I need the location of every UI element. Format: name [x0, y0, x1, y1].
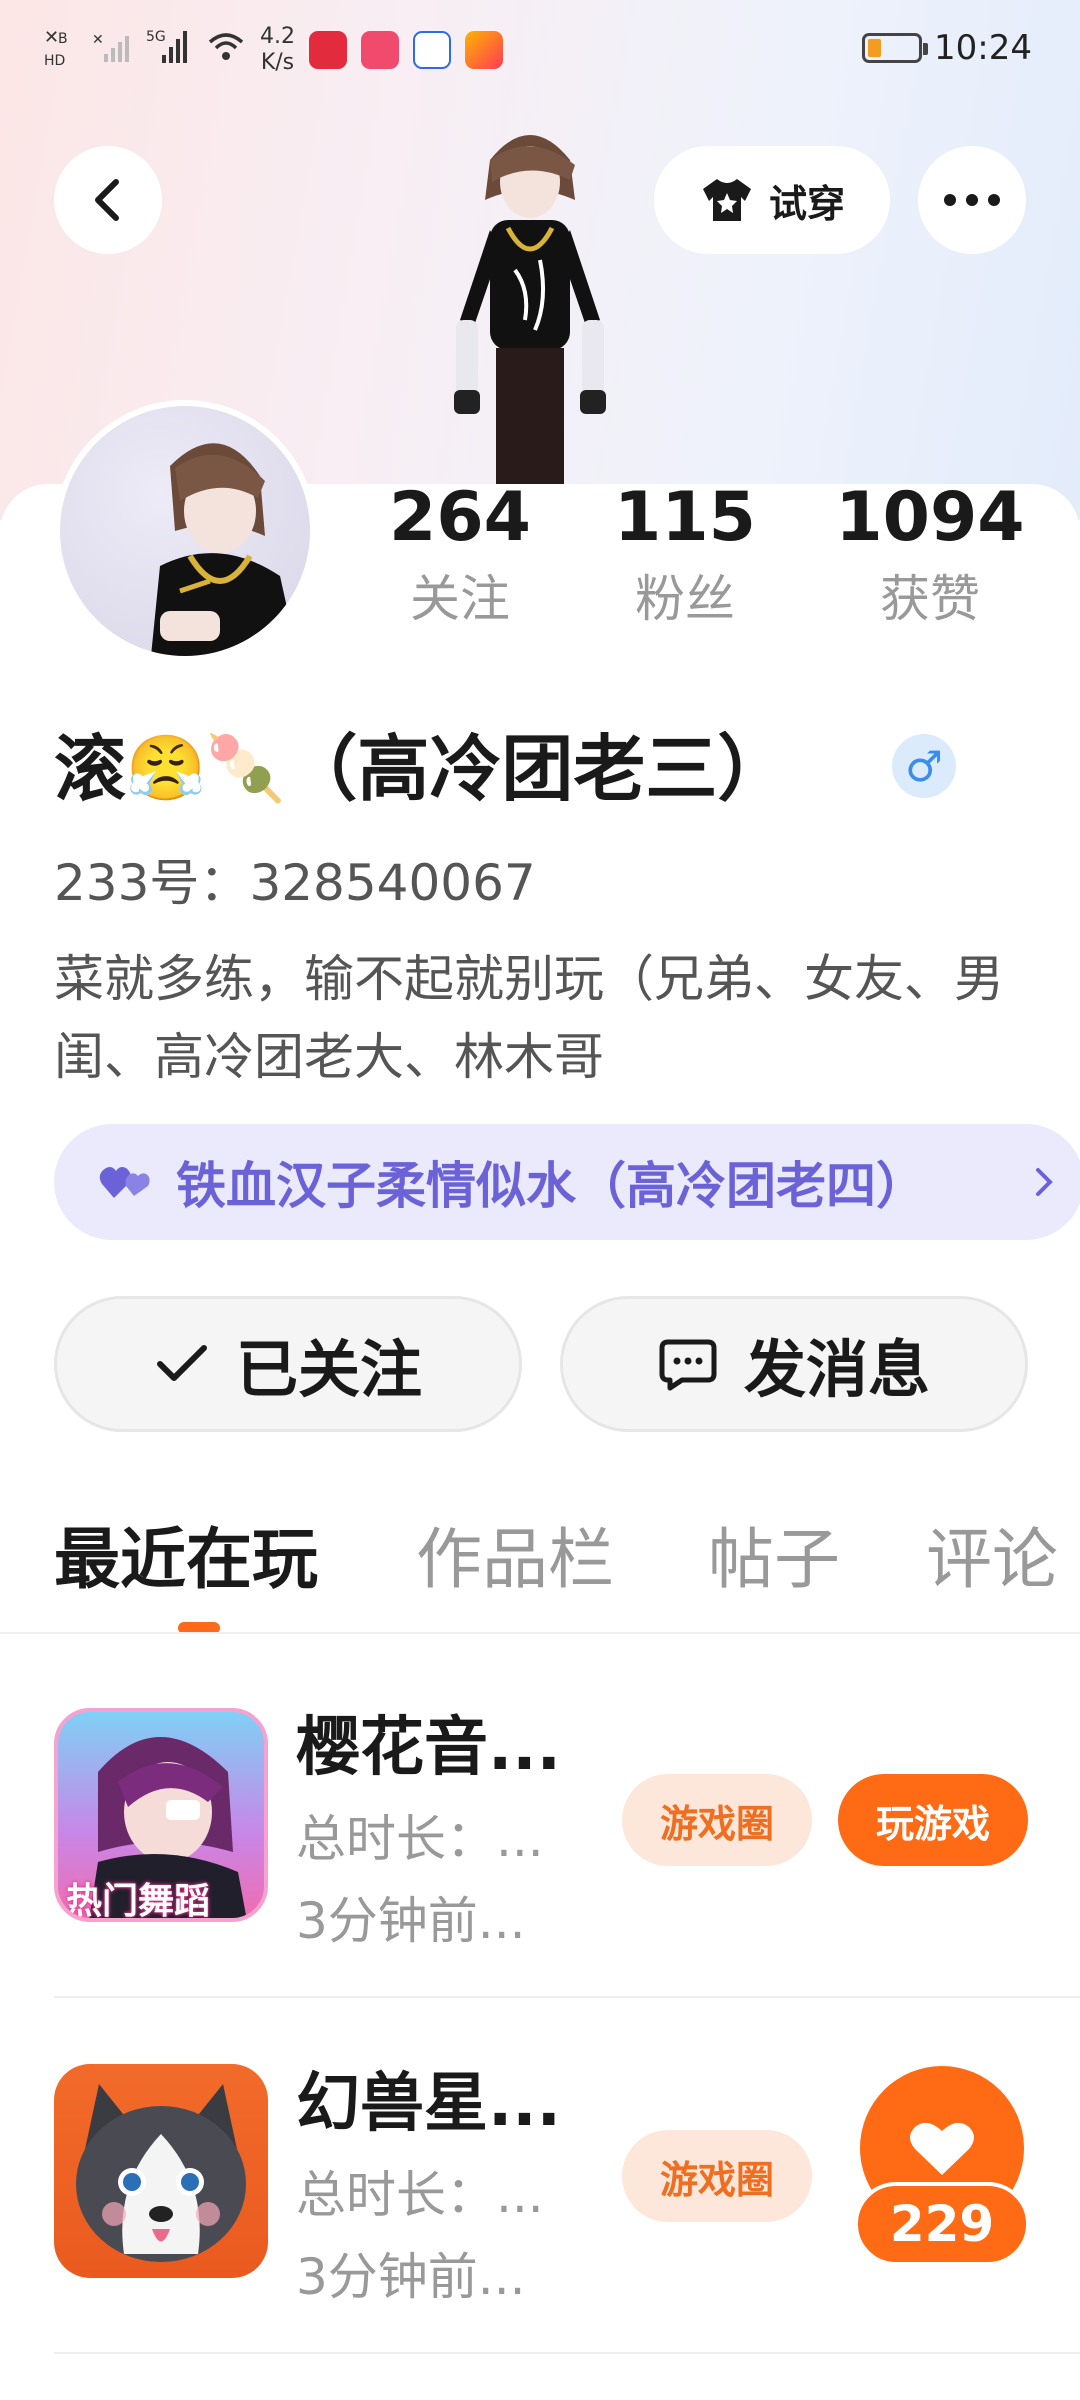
nickname-rest: （高冷团老三） — [285, 727, 790, 811]
avatar-image — [60, 406, 310, 656]
followed-button[interactable]: 已关注 — [54, 1296, 522, 1432]
game-list-item[interactable]: 热门舞蹈 樱花音... 总时长：... 3分钟前... 游戏圈 玩游戏 — [54, 1708, 1080, 1950]
user-id-label: 233号： — [54, 854, 250, 912]
game-title: 幻兽星... — [296, 2067, 561, 2141]
status-bar-right: 10:24 — [862, 28, 1032, 68]
stat-likes-label: 获赞 — [880, 570, 980, 628]
chevron-right-icon — [1036, 1168, 1053, 1196]
stat-following[interactable]: 264 关注 — [340, 478, 580, 634]
list-divider — [54, 1996, 1080, 1998]
profile-tabs: 最近在玩 作品栏 帖子 评论 — [54, 1512, 1080, 1608]
game-last-played: 3分钟前... — [296, 2248, 526, 2306]
battery-icon — [862, 33, 929, 63]
baidu-app-icon — [413, 31, 451, 69]
svg-text:✕: ✕ — [92, 32, 104, 48]
nickname-emoji: 😤🍡 — [126, 732, 286, 806]
notification-app-icon — [309, 31, 347, 69]
send-message-label: 发消息 — [743, 1333, 930, 1406]
network-speed: 4.2 K/s — [260, 24, 295, 76]
like-count: 229 — [854, 2182, 1030, 2266]
play-game-button[interactable]: 玩游戏 — [838, 1774, 1028, 1866]
svg-text:HD: HD — [44, 53, 65, 69]
heart-icon — [910, 2122, 974, 2175]
send-message-button[interactable]: 发消息 — [560, 1296, 1028, 1432]
game-total-duration: 总时长：... — [296, 2166, 544, 2224]
status-bar: ✕ B HD ✕ 5G 4.2 K/s 10:24 — [0, 0, 1080, 100]
list-divider — [54, 2352, 1080, 2354]
avatar-3d-figure — [430, 120, 630, 490]
game-circle-button[interactable]: 游戏圈 — [622, 2130, 812, 2222]
video-app-icon — [361, 31, 399, 69]
user-avatar[interactable] — [54, 400, 316, 662]
game-icon[interactable]: 热门舞蹈 — [54, 1708, 268, 1922]
status-bar-left: ✕ B HD ✕ 5G 4.2 K/s — [44, 24, 503, 76]
player-app-icon — [465, 31, 503, 69]
followed-label: 已关注 — [235, 1333, 422, 1406]
signal-sim1-icon: ✕ — [92, 30, 132, 70]
cp-relationship-bar[interactable]: 铁血汉子柔情似水（高冷团老四） — [54, 1124, 1080, 1240]
tab-comments[interactable]: 评论 — [926, 1512, 1058, 1608]
gender-male-icon: ♂ — [892, 734, 956, 798]
stat-fans-label: 粉丝 — [635, 570, 735, 628]
double-heart-icon — [99, 1167, 150, 1198]
checkmark-icon — [156, 1345, 207, 1381]
stat-following-count: 264 — [389, 478, 531, 557]
nickname-start: 滚 — [54, 727, 127, 811]
stat-fans-count: 115 — [614, 478, 756, 557]
clock: 10:24 — [934, 28, 1032, 68]
user-id[interactable]: 233号：328540067 — [54, 848, 536, 918]
svg-text:✕: ✕ — [44, 27, 59, 48]
game-icon-banner: 热门舞蹈 — [66, 1881, 211, 1922]
game-icon[interactable] — [54, 2064, 268, 2278]
svg-text:B: B — [58, 31, 68, 47]
tab-recently-played[interactable]: 最近在玩 — [54, 1512, 318, 1608]
user-id-value: 328540067 — [249, 854, 536, 912]
user-bio: 菜就多练，输不起就别玩（兄弟、女友、男闺、高冷团老大、林木哥 — [54, 950, 1004, 1086]
tab-posts[interactable]: 帖子 — [708, 1512, 840, 1608]
tabs-divider — [0, 1632, 1080, 1634]
game-total-duration: 总时长：... — [296, 1810, 544, 1868]
game-title: 樱花音... — [296, 1711, 561, 1785]
svg-text:5G: 5G — [146, 29, 166, 45]
try-on-label: 试穿 — [768, 181, 845, 226]
signal-5g-icon: 5G — [146, 27, 192, 73]
user-nickname: 滚 😤🍡 （高冷团老三） — [54, 724, 789, 814]
like-floating-button[interactable]: 229 — [854, 2066, 1030, 2266]
stat-likes[interactable]: 1094 获赞 — [810, 478, 1050, 634]
cp-relationship-text: 铁血汉子柔情似水（高冷团老四） — [176, 1157, 926, 1215]
chat-bubble-icon — [659, 1339, 717, 1391]
more-dots-icon — [944, 194, 1000, 206]
wifi-off-icon: ✕ B HD — [44, 25, 78, 75]
chevron-left-icon — [95, 179, 119, 221]
network-speed-value: 4.2 — [260, 24, 295, 49]
stat-fans[interactable]: 115 粉丝 — [565, 478, 805, 634]
more-options-button[interactable] — [918, 146, 1026, 254]
stat-following-label: 关注 — [410, 570, 510, 628]
tab-works[interactable]: 作品栏 — [416, 1512, 614, 1608]
try-on-button[interactable]: 试穿 — [654, 146, 890, 254]
game-last-played: 3分钟前... — [296, 1892, 526, 1950]
tshirt-icon — [702, 179, 751, 221]
network-speed-unit: K/s — [260, 50, 295, 75]
stat-likes-count: 1094 — [835, 478, 1025, 557]
game-circle-button[interactable]: 游戏圈 — [622, 1774, 812, 1866]
profile-stats: 264 关注 115 粉丝 1094 获赞 — [340, 478, 1080, 658]
back-button[interactable] — [54, 146, 162, 254]
wifi-icon — [206, 30, 246, 70]
